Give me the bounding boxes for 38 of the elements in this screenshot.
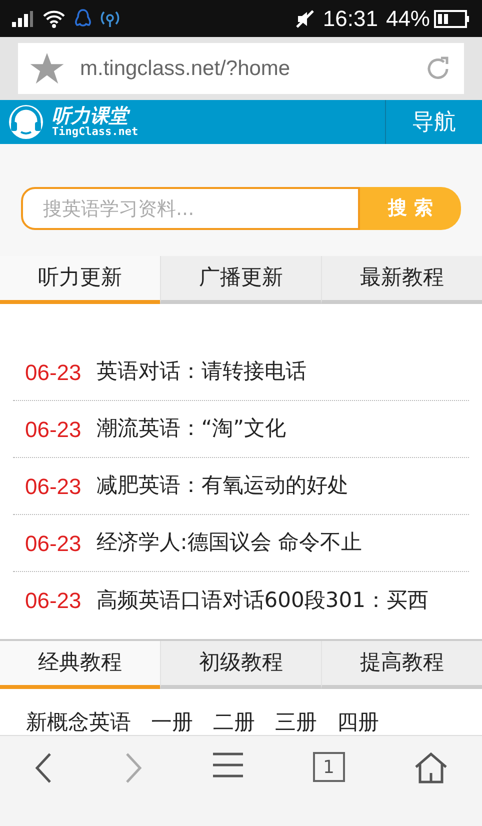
news-date: 06-23 — [25, 358, 82, 386]
news-link[interactable]: 潮流英语：“淘”文化 — [96, 413, 286, 445]
course-link[interactable]: 三册 — [275, 709, 317, 735]
battery-percent: 44% — [386, 5, 430, 33]
tab[interactable]: 经典教程 — [0, 641, 160, 689]
news-date: 06-23 — [25, 530, 82, 558]
logo-subtitle: TingClass.net — [52, 126, 138, 137]
tab[interactable]: 提高教程 — [321, 641, 482, 689]
course-link[interactable]: 四册 — [337, 709, 379, 735]
course-link[interactable]: 二册 — [213, 709, 255, 735]
wifi-icon — [42, 10, 66, 28]
course-link[interactable]: 新概念英语 — [26, 709, 131, 735]
course-link[interactable]: 一册 — [151, 709, 193, 735]
menu-icon[interactable] — [212, 752, 244, 778]
news-date: 06-23 — [25, 587, 82, 615]
news-date: 06-23 — [25, 416, 82, 444]
mute-icon — [294, 8, 315, 28]
tab[interactable]: 听力更新 — [0, 256, 160, 304]
home-icon[interactable] — [414, 752, 448, 784]
battery-icon — [434, 10, 470, 28]
news-link[interactable]: 减肥英语：有氧运动的好处 — [96, 470, 348, 502]
tab[interactable]: 初级教程 — [160, 641, 321, 689]
news-link[interactable]: 高频英语口语对话600段301：买西 — [96, 584, 428, 616]
tab[interactable]: 最新教程 — [321, 256, 482, 304]
news-link[interactable]: 英语对话：请转接电话 — [96, 356, 306, 388]
signal-icon — [12, 10, 34, 26]
logo-title: 听力课堂 — [52, 107, 138, 126]
tab[interactable]: 广播更新 — [160, 256, 321, 304]
clock: 16:31 — [322, 5, 378, 33]
tabs-button[interactable]: 1 — [312, 752, 345, 782]
news-date: 06-23 — [25, 472, 82, 500]
search-field[interactable]: 搜英语学习资料... — [21, 187, 360, 230]
penguin-icon — [74, 8, 92, 30]
star-icon[interactable] — [30, 52, 64, 84]
news-link[interactable]: 经济学人:德国议会 命令不止 — [96, 527, 362, 559]
url-text: m.tingclass.net/?home — [80, 56, 292, 82]
radio-icon — [100, 8, 120, 28]
address-field[interactable]: m.tingclass.net/?home — [18, 43, 464, 94]
